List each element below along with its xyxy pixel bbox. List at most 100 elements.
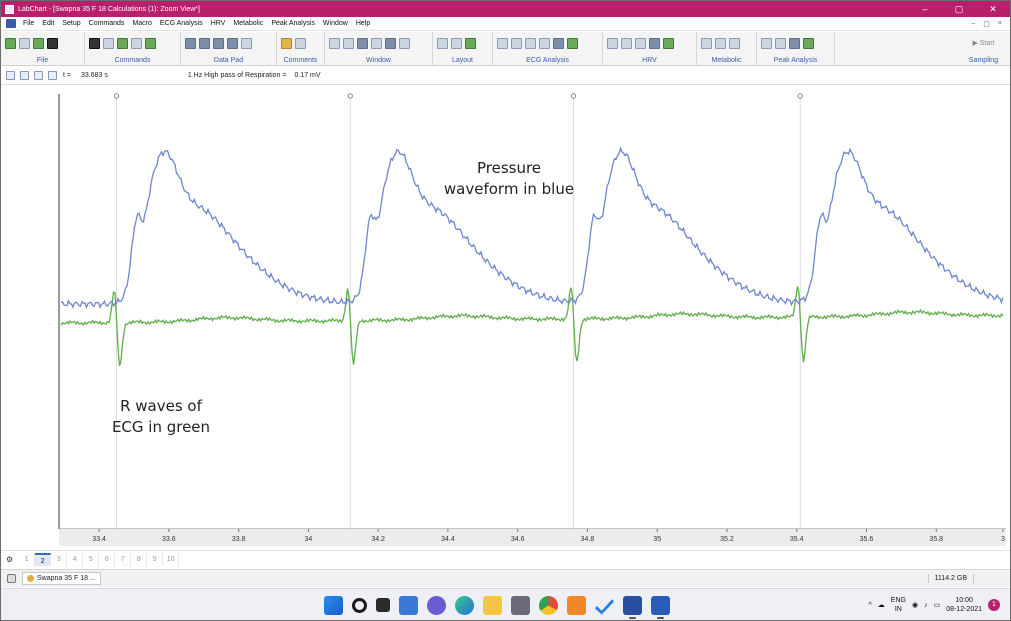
zoom-view-icon[interactable]	[343, 37, 354, 49]
chat-icon[interactable]	[427, 595, 446, 615]
undo-icon[interactable]	[20, 71, 29, 80]
metabolic-table-icon[interactable]	[729, 37, 740, 49]
ecg-beat-icon[interactable]	[511, 37, 522, 49]
macro-icon[interactable]	[145, 37, 156, 49]
hrv-export-icon[interactable]	[663, 37, 674, 49]
comment-list-icon[interactable]	[295, 37, 306, 49]
menu-ecg-analysis[interactable]: ECG Analysis	[156, 20, 207, 27]
add-to-data-pad-icon[interactable]	[199, 37, 210, 49]
page-tab[interactable]: 10	[163, 553, 180, 566]
cloud-icon[interactable]: ☁	[878, 601, 885, 609]
open-file-icon[interactable]	[19, 37, 30, 49]
doc-minimize-button[interactable]: –	[971, 20, 975, 28]
menu-commands[interactable]: Commands	[85, 20, 129, 27]
new-file-icon[interactable]	[5, 37, 16, 49]
page-tab[interactable]: 5	[83, 553, 100, 566]
layout-settings-icon[interactable]	[465, 37, 476, 49]
layout-split-icon[interactable]	[451, 37, 462, 49]
file-explorer-icon[interactable]	[483, 595, 502, 615]
edge-browser-icon[interactable]	[455, 595, 474, 615]
notification-badge[interactable]: 1	[988, 599, 1000, 611]
chart-view-icon[interactable]	[329, 37, 340, 49]
word-icon[interactable]	[651, 595, 670, 619]
peak-export-icon[interactable]	[803, 37, 814, 49]
close-button[interactable]: ✕	[976, 1, 1010, 17]
menu-peak-analysis[interactable]: Peak Analysis	[267, 20, 319, 27]
beat-marker-handle[interactable]	[347, 93, 353, 99]
peak-table-icon[interactable]	[789, 37, 800, 49]
menu-metabolic[interactable]: Metabolic	[229, 20, 267, 27]
scope-view-icon[interactable]	[399, 37, 410, 49]
page-tab[interactable]: 7	[115, 553, 132, 566]
menu-hrv[interactable]: HRV	[207, 20, 230, 27]
save-file-icon[interactable]	[33, 37, 44, 49]
doc-close-button[interactable]: ×	[998, 20, 1002, 28]
data-pad-view-icon[interactable]	[227, 37, 238, 49]
ecg-export-icon[interactable]	[567, 37, 578, 49]
print-icon[interactable]	[47, 37, 58, 49]
chevron-up-icon[interactable]: ^	[868, 602, 871, 609]
data-pad-icon[interactable]	[185, 37, 196, 49]
binoculars-icon[interactable]	[89, 37, 100, 49]
ecg-settings-icon[interactable]	[497, 37, 508, 49]
marker-icon[interactable]	[117, 37, 128, 49]
page-tab[interactable]: 1	[19, 553, 36, 566]
battery-icon[interactable]: ▭	[934, 601, 941, 609]
lock-icon[interactable]	[103, 37, 114, 49]
volume-icon[interactable]: ♪	[924, 602, 928, 609]
page-tab[interactable]: 9	[147, 553, 164, 566]
xy-view-icon[interactable]	[357, 37, 368, 49]
data-pad-settings-icon[interactable]	[241, 37, 252, 49]
peak-detect-icon[interactable]	[775, 37, 786, 49]
clock[interactable]: 10:00 08-12-2021	[946, 596, 982, 614]
channel-icon[interactable]	[34, 71, 43, 80]
layout-grid-icon[interactable]	[437, 37, 448, 49]
hrv-report-icon[interactable]	[649, 37, 660, 49]
start-sampling-button[interactable]: ▶ Start	[972, 39, 994, 47]
maximize-button[interactable]: ▢	[942, 1, 976, 17]
document-menu-icon[interactable]	[6, 19, 16, 28]
beat-marker-handle[interactable]	[113, 93, 120, 99]
hrv-tachogram-icon[interactable]	[621, 37, 632, 49]
hrv-spectrum-icon[interactable]	[635, 37, 646, 49]
metabolic-settings-icon[interactable]	[701, 37, 712, 49]
menu-file[interactable]: File	[19, 20, 38, 27]
language-indicator[interactable]: ENG IN	[891, 596, 906, 614]
status-options-icon[interactable]	[7, 574, 16, 583]
waveform-canvas[interactable]: 33.4 33.6 33.8 34 34.2 34.4 34.6 34.8 35 35.2 35.4…	[1, 86, 1010, 546]
ecg-report-icon[interactable]	[553, 37, 564, 49]
arrow-icon[interactable]	[131, 37, 142, 49]
peak-settings-icon[interactable]	[761, 37, 772, 49]
ecg-averaging-icon[interactable]	[525, 37, 536, 49]
page-tab[interactable]: 6	[99, 553, 116, 566]
spectrum-icon[interactable]	[385, 37, 396, 49]
page-tab[interactable]: 4	[67, 553, 84, 566]
search-icon[interactable]	[352, 597, 367, 613]
menu-setup[interactable]: Setup	[58, 20, 84, 27]
grid-icon[interactable]	[48, 71, 57, 80]
zoom-view-plot[interactable]: 33.4 33.6 33.8 34 34.2 34.4 34.6 34.8 35 35.2 35.4…	[1, 86, 1010, 546]
menu-window[interactable]: Window	[319, 20, 352, 27]
doc-restore-button[interactable]: ▢	[983, 20, 990, 28]
page-tab-active[interactable]: 2	[35, 553, 52, 566]
task-view-icon[interactable]	[376, 598, 390, 612]
menu-help[interactable]: Help	[352, 20, 374, 27]
hrv-settings-icon[interactable]	[607, 37, 618, 49]
widgets-icon[interactable]	[399, 595, 418, 615]
multi-add-icon[interactable]	[213, 37, 224, 49]
todo-checkmark-icon[interactable]	[595, 599, 614, 615]
metabolic-calc-icon[interactable]	[715, 37, 726, 49]
ecg-table-icon[interactable]	[539, 37, 550, 49]
refresh-icon[interactable]	[6, 71, 15, 80]
notebook-icon[interactable]	[371, 37, 382, 49]
wifi-icon[interactable]: ◉	[912, 601, 918, 609]
menu-macro[interactable]: Macro	[128, 20, 155, 27]
chrome-browser-icon[interactable]	[539, 595, 558, 615]
app-launcher-icon[interactable]	[567, 595, 586, 615]
add-comment-icon[interactable]	[281, 37, 292, 49]
page-tab[interactable]: 8	[131, 553, 148, 566]
menu-edit[interactable]: Edit	[38, 20, 58, 27]
page-settings-icon[interactable]: ⚙	[6, 555, 13, 564]
camera-icon[interactable]	[511, 595, 530, 615]
beat-marker-handle[interactable]	[797, 93, 803, 99]
